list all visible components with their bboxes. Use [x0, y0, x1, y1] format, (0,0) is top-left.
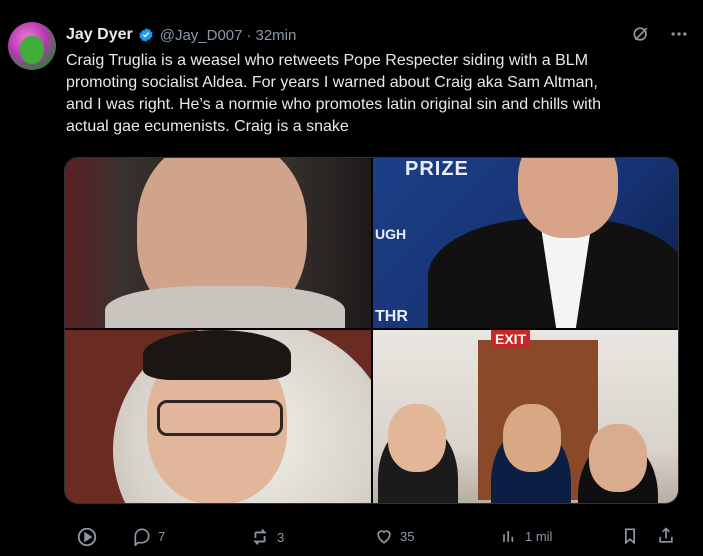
repost-count: 3: [277, 529, 285, 545]
separator-dot: ·: [246, 26, 252, 44]
like-count: 35: [400, 528, 415, 544]
grok-icon[interactable]: [631, 24, 651, 44]
play-button[interactable]: [76, 526, 98, 548]
play-icon: [76, 526, 98, 548]
photo-2-thr-text: THR: [375, 308, 408, 325]
share-button[interactable]: [656, 526, 676, 546]
repost-button[interactable]: 3: [249, 526, 284, 548]
photo-3-hair: [143, 330, 291, 380]
share-icon: [656, 526, 676, 546]
post-text: Craig Truglia is a weasel who retweets P…: [66, 52, 602, 135]
avatar-face: [20, 36, 44, 64]
bookmark-icon: [620, 526, 640, 546]
repost-icon: [249, 526, 271, 548]
photo-4[interactable]: EXIT: [373, 330, 678, 503]
reply-icon: [132, 526, 152, 546]
photo-4-face-right: [589, 424, 647, 492]
like-icon: [374, 526, 394, 546]
tweet: Jay Dyer @Jay_D007 · 32min Craig Truglia…: [0, 0, 703, 553]
author-name[interactable]: Jay Dyer: [66, 26, 133, 44]
reply-count: 7: [158, 528, 166, 544]
photo-4-face-middle: [503, 404, 561, 472]
post-time[interactable]: 32min: [256, 27, 297, 44]
author-handle[interactable]: @Jay_D007: [160, 27, 243, 44]
photo-3[interactable]: [65, 330, 371, 503]
views-icon: [499, 526, 519, 546]
photo-1-shirt: [105, 286, 345, 328]
verified-badge-icon: [138, 27, 154, 43]
views-button[interactable]: 1 mil: [499, 526, 552, 546]
tweet-header: Jay Dyer @Jay_D007 · 32min: [66, 24, 296, 46]
author-avatar[interactable]: [8, 22, 56, 70]
post-media[interactable]: PRIZE UGH THR EXIT: [64, 157, 679, 504]
more-options-icon[interactable]: [669, 24, 689, 44]
like-button[interactable]: 35: [374, 526, 414, 546]
bookmark-button[interactable]: [620, 526, 640, 546]
photo-4-face-left: [388, 404, 446, 472]
photo-2-ugh-text: UGH: [375, 226, 407, 242]
post-actions: 7 3 35 1 mil: [64, 526, 677, 556]
photo-4-exit-sign: EXIT: [491, 330, 531, 348]
photo-2[interactable]: PRIZE UGH THR: [373, 158, 678, 328]
photo-3-glasses: [157, 400, 283, 436]
top-actions: [631, 24, 689, 44]
photo-2-prize-text: PRIZE: [405, 158, 469, 180]
photo-1[interactable]: [65, 158, 371, 328]
views-count: 1 mil: [525, 528, 553, 544]
reply-button[interactable]: 7: [132, 526, 165, 546]
